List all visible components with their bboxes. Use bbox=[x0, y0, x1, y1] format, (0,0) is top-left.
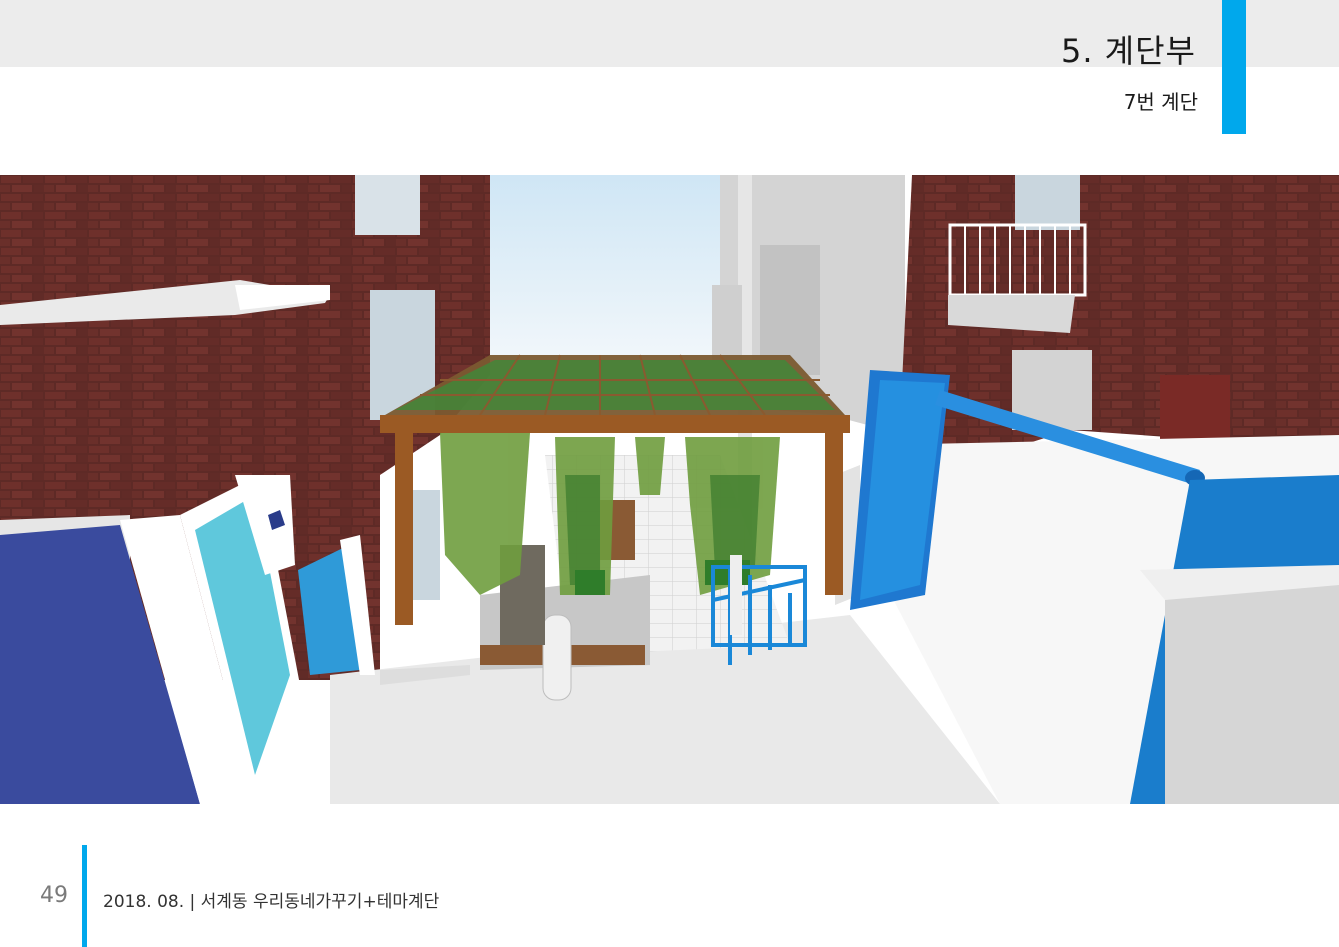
page-number: 49 bbox=[40, 883, 68, 908]
footer-accent-bar bbox=[82, 845, 87, 947]
footer-caption: 2018. 08. | 서계동 우리동네가꾸기+테마계단 bbox=[103, 892, 440, 912]
stairway-render-image bbox=[0, 175, 1339, 804]
section-title: 5. 계단부 bbox=[1060, 32, 1196, 70]
header-accent-bar bbox=[1222, 0, 1246, 134]
section-subtitle: 7번 계단 bbox=[1123, 90, 1198, 114]
